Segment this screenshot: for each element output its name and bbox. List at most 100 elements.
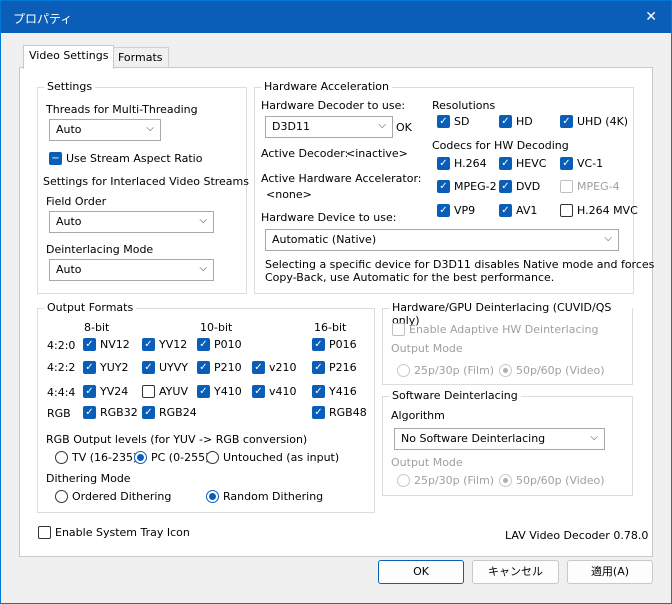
hw-note-line1: Selecting a specific device for D3D11 di… <box>265 258 655 271</box>
hw-output-mode-label: Output Mode <box>391 342 463 355</box>
hw-decoder-value: D3D11 <box>272 120 310 133</box>
cancel-button[interactable]: キャンセル <box>472 560 559 584</box>
res-uhd-checkbox[interactable]: ✓ UHD (4K) <box>560 115 628 128</box>
fmt-p210-checkbox[interactable]: ✓ P210 <box>197 361 242 374</box>
radio-empty-icon <box>206 451 219 464</box>
fmt-rgb24-checkbox[interactable]: ✓ RGB24 <box>142 406 197 419</box>
fmt-v410-label: v410 <box>269 385 297 398</box>
stream-aspect-checkbox[interactable]: − Use Stream Aspect Ratio <box>49 152 202 165</box>
codec-hevc-checkbox[interactable]: ✓ HEVC <box>499 157 546 170</box>
window-title: プロパティ <box>13 12 73 26</box>
level-untouched-label: Untouched (as input) <box>223 451 340 464</box>
level-pc-radio[interactable]: PC (0-255) <box>134 451 209 464</box>
check-icon: ✓ <box>499 115 512 128</box>
col-16bit-label: 16-bit <box>314 321 347 334</box>
system-tray-checkbox[interactable]: Enable System Tray Icon <box>38 526 190 539</box>
fmt-p016-checkbox[interactable]: ✓ P016 <box>312 338 357 351</box>
hw-device-value: Automatic (Native) <box>272 233 377 246</box>
hw-note-line2: Copy-Back, use Automatic for the best pe… <box>265 271 555 284</box>
check-icon: ✓ <box>142 406 155 419</box>
radio-selected-icon <box>206 490 219 503</box>
close-icon[interactable]: ✕ <box>645 9 657 25</box>
check-icon: ✓ <box>437 157 450 170</box>
radio-empty-icon <box>397 474 410 487</box>
check-icon: ✓ <box>312 385 325 398</box>
algorithm-select[interactable]: No Software Deinterlacing ⌵ <box>394 428 605 450</box>
deinterlacing-mode-value: Auto <box>56 263 82 276</box>
group-label-swdeint: Software Deinterlacing <box>389 389 521 402</box>
ok-button[interactable]: OK <box>378 560 464 584</box>
codec-h264-label: H.264 <box>454 157 487 170</box>
level-tv-label: TV (16-235) <box>72 451 138 464</box>
fmt-rgb32-checkbox[interactable]: ✓ RGB32 <box>83 406 138 419</box>
algorithm-label: Algorithm <box>391 409 445 422</box>
fmt-uyvy-label: UYVY <box>159 361 189 374</box>
level-untouched-radio[interactable]: Untouched (as input) <box>206 451 339 464</box>
row-444-label: 4:4:4 <box>47 386 76 399</box>
interlaced-label: Settings for Interlaced Video Streams <box>43 175 249 188</box>
field-order-select[interactable]: Auto ⌵ <box>49 211 214 233</box>
fmt-yuy2-checkbox[interactable]: ✓ YUY2 <box>83 361 129 374</box>
row-rgb-label: RGB <box>47 407 71 420</box>
fmt-p216-checkbox[interactable]: ✓ P216 <box>312 361 357 374</box>
codec-av1-checkbox[interactable]: ✓ AV1 <box>499 204 537 217</box>
tab-video-settings[interactable]: Video Settings <box>23 45 115 69</box>
codec-vp9-checkbox[interactable]: ✓ VP9 <box>437 204 475 217</box>
fmt-yuy2-label: YUY2 <box>100 361 129 374</box>
check-icon: ✓ <box>197 338 210 351</box>
codec-dvd-checkbox[interactable]: ✓ DVD <box>499 180 540 193</box>
fmt-yv12-checkbox[interactable]: ✓ YV12 <box>142 338 187 351</box>
hw-decoder-label: Hardware Decoder to use: <box>261 99 406 112</box>
dither-ordered-label: Ordered Dithering <box>72 490 172 503</box>
apply-button[interactable]: 適用(A) <box>567 560 653 584</box>
fmt-y416-checkbox[interactable]: ✓ Y416 <box>312 385 357 398</box>
fmt-p010-checkbox[interactable]: ✓ P010 <box>197 338 242 351</box>
check-icon: ✓ <box>197 385 210 398</box>
codec-hevc-label: HEVC <box>516 157 547 170</box>
res-sd-checkbox[interactable]: ✓ SD <box>437 115 469 128</box>
fmt-rgb48-checkbox[interactable]: ✓ RGB48 <box>312 406 367 419</box>
check-icon: − <box>49 152 62 165</box>
res-hd-label: HD <box>516 115 533 128</box>
codec-mpeg4-checkbox: MPEG-4 <box>560 180 620 193</box>
chevron-down-icon: ⌵ <box>146 123 154 134</box>
checkbox-empty-icon <box>38 526 51 539</box>
dither-ordered-radio[interactable]: Ordered Dithering <box>55 490 171 503</box>
hw-device-select[interactable]: Automatic (Native) ⌵ <box>265 229 619 251</box>
deinterlacing-mode-select[interactable]: Auto ⌵ <box>49 259 214 281</box>
system-tray-label: Enable System Tray Icon <box>55 526 190 539</box>
hw-mode-film-radio: 25p/30p (Film) <box>397 364 494 377</box>
fmt-y410-checkbox[interactable]: ✓ Y410 <box>197 385 242 398</box>
check-icon: ✓ <box>142 361 155 374</box>
fmt-rgb32-label: RGB32 <box>100 406 138 419</box>
group-label-output: Output Formats <box>44 301 137 314</box>
codec-h264-checkbox[interactable]: ✓ H.264 <box>437 157 487 170</box>
fmt-uyvy-checkbox[interactable]: ✓ UYVY <box>142 361 188 374</box>
check-icon: ✓ <box>560 115 573 128</box>
codec-vc1-checkbox[interactable]: ✓ VC-1 <box>560 157 603 170</box>
fmt-v210-checkbox[interactable]: ✓ v210 <box>252 361 297 374</box>
codec-h264mvc-checkbox[interactable]: H.264 MVC <box>560 204 638 217</box>
fmt-v410-checkbox[interactable]: ✓ v410 <box>252 385 297 398</box>
fmt-yv24-checkbox[interactable]: ✓ YV24 <box>83 385 128 398</box>
check-icon: ✓ <box>312 406 325 419</box>
fmt-p010-label: P010 <box>214 338 242 351</box>
tab-formats[interactable]: Formats <box>112 47 169 69</box>
hw-decoder-select[interactable]: D3D11 ⌵ <box>265 116 393 138</box>
fmt-yv24-label: YV24 <box>100 385 129 398</box>
fmt-ayuv-checkbox[interactable]: AYUV <box>142 385 188 398</box>
codec-mpeg2-checkbox[interactable]: ✓ MPEG-2 <box>437 180 497 193</box>
col-8bit-label: 8-bit <box>84 321 110 334</box>
threads-select[interactable]: Auto ⌵ <box>49 119 161 141</box>
radio-empty-icon <box>397 364 410 377</box>
check-icon: ✓ <box>142 338 155 351</box>
level-tv-radio[interactable]: TV (16-235) <box>55 451 137 464</box>
fmt-nv12-checkbox[interactable]: ✓ NV12 <box>83 338 130 351</box>
radio-empty-icon <box>55 490 68 503</box>
sw-mode-film-label: 25p/30p (Film) <box>414 474 495 487</box>
res-uhd-label: UHD (4K) <box>577 115 629 128</box>
dither-random-radio[interactable]: Random Dithering <box>206 490 323 503</box>
hw-mode-video-radio: 50p/60p (Video) <box>499 364 605 377</box>
res-hd-checkbox[interactable]: ✓ HD <box>499 115 533 128</box>
check-icon: ✓ <box>252 385 265 398</box>
